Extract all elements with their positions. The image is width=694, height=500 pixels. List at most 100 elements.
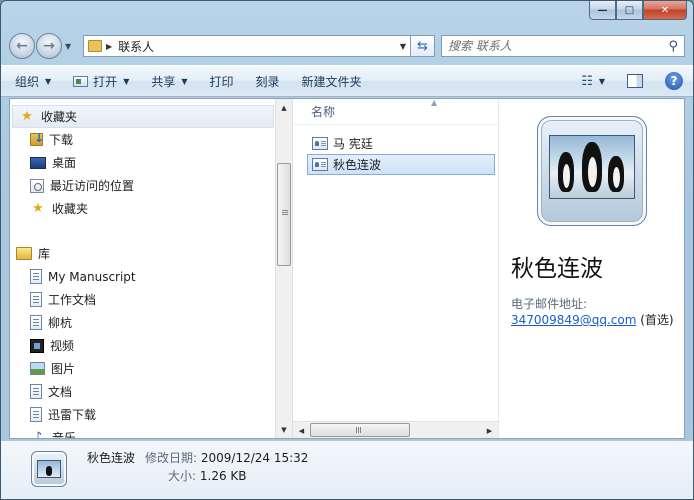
recent-places-icon [30,178,44,193]
contact-card-icon [312,137,328,150]
help-icon[interactable]: ? [665,72,683,90]
file-name: 秋色连波 [333,158,382,172]
downloads-folder-icon [30,131,44,146]
print-button[interactable]: 打印 [210,73,234,90]
view-options-dropdown[interactable]: ▼ [599,77,605,86]
nav-label: My Manuscript [48,269,136,284]
contact-card-icon [312,158,328,171]
organize-button[interactable]: 组织 ▼ [15,73,51,90]
search-icon[interactable]: ⚲ [668,39,678,54]
address-bar[interactable]: ▶ 联系人 ▼ [83,35,411,57]
search-box[interactable]: ⚲ [441,35,685,57]
folder-icon [88,40,102,52]
email-link[interactable]: 347009849@qq.com [511,313,636,327]
back-button[interactable]: ← [9,33,35,59]
document-library-icon [30,407,42,422]
penguin-shape [582,142,602,192]
share-button[interactable]: 共享 ▼ [151,73,187,90]
details-name: 秋色连波 [87,451,136,465]
nav-label: 收藏夹 [41,110,78,124]
file-list-scrollbar[interactable]: ◀ ▶ [293,421,498,438]
nav-item-documents[interactable]: 文档 [10,380,276,403]
scroll-left-icon[interactable]: ◀ [293,422,310,439]
nav-pane-scrollbar[interactable]: ▲ ▼ [275,99,292,438]
command-bar: 组织 ▼ 打开 ▼ 共享 ▼ 打印 刻录 新建文件夹 ☷ ▼ ? [1,65,693,97]
size-value: 1.26 KB [199,469,247,483]
nav-item-favorites[interactable]: ★ 收藏夹 [10,197,276,220]
sort-ascending-icon: ▲ [431,98,438,107]
open-button[interactable]: 打开 ▼ [73,73,129,90]
toolbar-right: ☷ ▼ ? [581,72,683,90]
minimize-button[interactable]: — [589,1,616,20]
nav-libraries-header[interactable]: 库 [10,242,276,265]
picture-library-icon [30,362,45,375]
nav-label: 最近访问的位置 [50,179,135,193]
list-item[interactable]: 秋色连波 [307,154,495,175]
breadcrumb-chevron-icon[interactable]: ▶ [106,42,112,51]
address-dropdown-icon[interactable]: ▼ [400,42,406,51]
nav-item-my-manuscript[interactable]: My Manuscript [10,265,276,288]
recent-pages-dropdown[interactable]: ▼ [65,42,77,51]
share-label: 共享 [151,74,176,89]
nav-item-liuhang[interactable]: 柳杭 [10,311,276,334]
organize-label: 组织 [15,74,40,89]
star-icon: ★ [21,109,33,124]
library-icon [16,247,32,260]
nav-item-music[interactable]: ♪ 音乐 [10,426,276,438]
open-icon [73,75,89,87]
history-buttons: ← → ▼ [9,33,77,59]
search-input[interactable] [448,39,648,53]
nav-label: 音乐 [52,431,77,438]
navigation-tree: ★ 收藏夹 下载 桌面 最近访问的位置 ★ 收藏夹 [10,105,276,438]
nav-item-thunder-downloads[interactable]: 迅雷下载 [10,403,276,426]
refresh-button[interactable]: ⇆ [411,35,435,57]
scroll-up-icon[interactable]: ▲ [276,99,292,116]
breadcrumb-contacts[interactable]: 联系人 [118,38,154,55]
nav-item-recent-places[interactable]: 最近访问的位置 [10,174,276,197]
forward-button[interactable]: → [36,33,62,59]
details-thumbnail [31,451,67,487]
nav-favorites-header[interactable]: ★ 收藏夹 [12,105,274,128]
column-header-label: 名称 [311,105,336,119]
burn-button[interactable]: 刻录 [256,73,280,90]
maximize-button[interactable]: □ [616,1,643,20]
chevron-down-icon: ▼ [123,76,130,86]
view-options-icon[interactable]: ☷ [581,74,593,89]
file-name: 马 宪廷 [333,137,373,151]
size-label: 大小: [168,469,197,483]
nav-label: 库 [38,247,51,261]
document-library-icon [30,384,42,399]
scroll-thumb[interactable] [277,163,291,266]
content-area: ★ 收藏夹 下载 桌面 最近访问的位置 ★ 收藏夹 [9,98,685,439]
nav-item-downloads[interactable]: 下载 [10,128,276,151]
list-item[interactable]: 马 宪廷 [307,133,495,154]
nav-item-videos[interactable]: 视频 [10,334,276,357]
document-library-icon [30,315,42,330]
email-line: 347009849@qq.com (首选) [511,311,674,328]
nav-label: 柳杭 [48,316,73,330]
preview-pane-icon[interactable] [627,74,643,88]
print-label: 打印 [209,74,234,89]
nav-label: 图片 [51,362,76,376]
desktop-icon [30,156,46,169]
back-arrow-icon: ← [16,38,28,54]
star-icon: ★ [32,201,44,216]
music-library-icon: ♪ [33,430,43,438]
nav-label: 视频 [50,339,75,353]
scroll-down-icon[interactable]: ▼ [276,421,292,438]
nav-label: 桌面 [52,156,77,170]
modified-value: 2009/12/24 15:32 [200,451,309,465]
contact-name: 秋色连波 [511,256,603,282]
column-header-name[interactable]: ▲ 名称 [293,98,498,125]
explorer-window: — □ ✕ ← → ▼ ▶ 联系人 ▼ ⇆ ⚲ 组织 ▼ 打开 ▼ [0,0,694,500]
nav-item-pictures[interactable]: 图片 [10,357,276,380]
nav-item-desktop[interactable]: 桌面 [10,151,276,174]
close-button[interactable]: ✕ [643,1,687,20]
details-pane: 秋色连波 修改日期: 2009/12/24 15:32 大小: 1.26 KB [1,440,693,499]
scroll-thumb[interactable] [310,423,410,437]
file-list: 马 宪廷 秋色连波 [307,133,495,175]
scroll-right-icon[interactable]: ▶ [481,422,498,439]
nav-item-work-docs[interactable]: 工作文档 [10,288,276,311]
new-folder-button[interactable]: 新建文件夹 [302,73,362,90]
